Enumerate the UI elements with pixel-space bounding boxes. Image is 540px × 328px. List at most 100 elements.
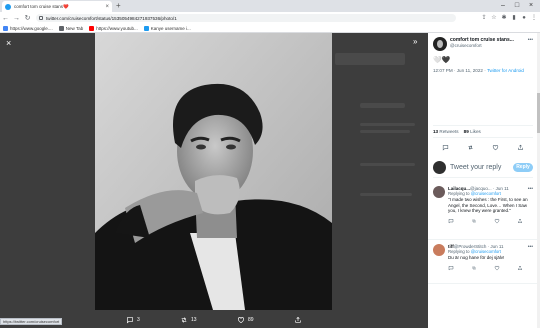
like-icon[interactable] (494, 265, 500, 271)
reply-icon[interactable] (442, 144, 449, 151)
reply-tweet[interactable]: Lailacqu... @jacquo... · Jun 11 Replying… (433, 186, 533, 224)
bookmarks-bar: https://www.google.... New Tab https://www… (0, 24, 540, 33)
like-icon[interactable] (494, 218, 500, 224)
maximize-button[interactable]: □ (510, 0, 524, 12)
media-action-bar: 3 13 89 (0, 311, 428, 328)
share-icon (295, 316, 301, 323)
share-action[interactable] (294, 316, 305, 324)
replying-to: Replying to @cruisecomfort (448, 191, 501, 196)
likes-count[interactable]: 89 (464, 129, 469, 134)
forward-arrow-icon[interactable]: → (11, 15, 22, 22)
dimmed-content (360, 130, 410, 133)
address-bar[interactable]: twitter.com/cruisecomfort/status/1535054… (36, 14, 456, 22)
divider (428, 239, 537, 240)
bookmark-star-icon[interactable]: ☆ (490, 13, 498, 23)
replying-to: Replying to @cruisecomfort (448, 249, 501, 254)
tweet-text: 🤍🖤 (433, 57, 451, 64)
tweet-source[interactable]: Twitter for Android (487, 68, 524, 73)
sidebar-icon[interactable]: ▮ (510, 13, 518, 23)
tweet-photo[interactable] (95, 33, 332, 310)
bookmark-label: Kanye username i... (150, 25, 191, 31)
reply-tweet[interactable]: tiff @ProwderStitch · Jun 11 Replying to… (433, 244, 533, 271)
status-bar-url: https://twitter.com/cruisecomfort (0, 318, 62, 325)
tweet-meta: 12:07 PM · Jun 11, 2022 · Twitter for An… (433, 68, 533, 74)
bookmark-favicon-icon (89, 25, 95, 31)
dimmed-content (360, 163, 415, 166)
profile-icon[interactable]: ● (520, 13, 528, 23)
share-icon[interactable] (517, 144, 524, 151)
retweet-icon (181, 316, 187, 323)
bookmark-item[interactable]: https://www.google.... (3, 25, 53, 31)
like-action[interactable]: 89 (237, 316, 254, 324)
bookmark-item[interactable]: Kanye username i... (143, 25, 191, 31)
reply-icon[interactable] (448, 218, 454, 224)
retweet-count: 13 (191, 316, 197, 323)
reply-icon (127, 316, 133, 323)
tab-close-icon[interactable]: × (105, 4, 109, 10)
reply-action-row (448, 218, 523, 224)
more-options-icon[interactable]: ••• (528, 244, 533, 271)
minimize-button[interactable]: – (496, 0, 510, 12)
bookmark-item[interactable]: https://www.youtub... (89, 25, 138, 31)
bookmark-label: New Tab (65, 25, 84, 31)
tweet-action-row (433, 144, 533, 151)
extensions-icon[interactable]: ✱ (500, 13, 508, 23)
retweets-label[interactable]: Retweets (439, 129, 458, 134)
replying-to-link[interactable]: @cruisecomfort (471, 249, 501, 254)
divider (428, 283, 537, 284)
address-url[interactable]: twitter.com/cruisecomfort/status/1535054… (46, 16, 177, 21)
bookmark-label: https://www.youtub... (96, 25, 138, 31)
reply-avatar[interactable] (433, 186, 445, 198)
likes-label[interactable]: Likes (470, 129, 481, 134)
retweet-action[interactable]: 13 (180, 316, 197, 324)
reply-icon[interactable] (448, 265, 454, 271)
retweet-icon[interactable] (471, 265, 477, 271)
tab-title: comfort tom cruise stans❤️ (14, 3, 69, 9)
reload-icon[interactable]: ↻ (22, 14, 33, 22)
reply-avatar[interactable] (433, 244, 445, 256)
reply-text: "I made two wishes : the First, to see a… (448, 197, 528, 214)
author-handle[interactable]: @cruisecomfort (450, 43, 528, 48)
retweet-icon[interactable] (467, 144, 474, 151)
retweet-icon[interactable] (471, 218, 477, 224)
new-tab-button[interactable]: + (116, 1, 121, 11)
reply-button[interactable]: Reply (513, 163, 533, 172)
author-avatar[interactable] (433, 37, 447, 51)
bookmark-item[interactable]: New Tab (58, 25, 84, 31)
window-close-button[interactable]: × (524, 0, 538, 12)
reply-composer: Tweet your reply Reply (433, 158, 533, 178)
back-arrow-icon[interactable]: ← (0, 15, 11, 22)
like-icon (238, 316, 244, 323)
expand-icon[interactable]: » (413, 37, 417, 46)
bookmark-favicon-icon (3, 25, 8, 31)
reply-action-row (448, 265, 523, 271)
tweet-detail-panel: comfort tom cruise stans... @cruisecomfo… (428, 33, 540, 328)
bookmark-favicon-icon (143, 25, 149, 31)
share-icon[interactable] (517, 218, 523, 224)
more-options-icon[interactable]: ••• (528, 186, 533, 224)
dimmed-content (360, 103, 405, 108)
like-count: 89 (248, 316, 254, 323)
share-page-icon[interactable]: ⇪ (480, 13, 488, 23)
my-avatar[interactable] (433, 161, 446, 174)
reply-count: 3 (137, 316, 140, 323)
replying-to-link[interactable]: @cruisecomfort (471, 191, 501, 196)
like-icon[interactable] (492, 144, 499, 151)
share-icon[interactable] (517, 265, 523, 271)
more-options-icon[interactable]: ••• (528, 37, 533, 51)
main-tweet: comfort tom cruise stans... @cruisecomfo… (433, 37, 533, 74)
browser-toolbar: ← → ↻ twitter.com/cruisecomfort/status/1… (0, 12, 540, 24)
tweet-timestamp[interactable]: 12:07 PM · Jun 11, 2022 · (433, 68, 487, 73)
twitter-favicon-icon (5, 3, 11, 10)
bookmark-favicon-icon (58, 25, 64, 31)
retweets-count[interactable]: 13 (433, 129, 438, 134)
reply-input[interactable]: Tweet your reply (450, 164, 513, 171)
tab-strip: comfort tom cruise stans❤️ × + – □ × (0, 0, 540, 12)
menu-kebab-icon[interactable]: ⋮ (530, 13, 538, 23)
browser-tab[interactable]: comfort tom cruise stans❤️ × (2, 1, 112, 12)
dimmed-content (335, 53, 405, 65)
reply-action[interactable]: 3 (126, 316, 140, 324)
twitter-photo-viewer: × » 3 13 89 https://twitter.com/cruiseco… (0, 33, 540, 328)
lock-icon (39, 16, 43, 20)
close-icon[interactable]: × (6, 38, 11, 48)
